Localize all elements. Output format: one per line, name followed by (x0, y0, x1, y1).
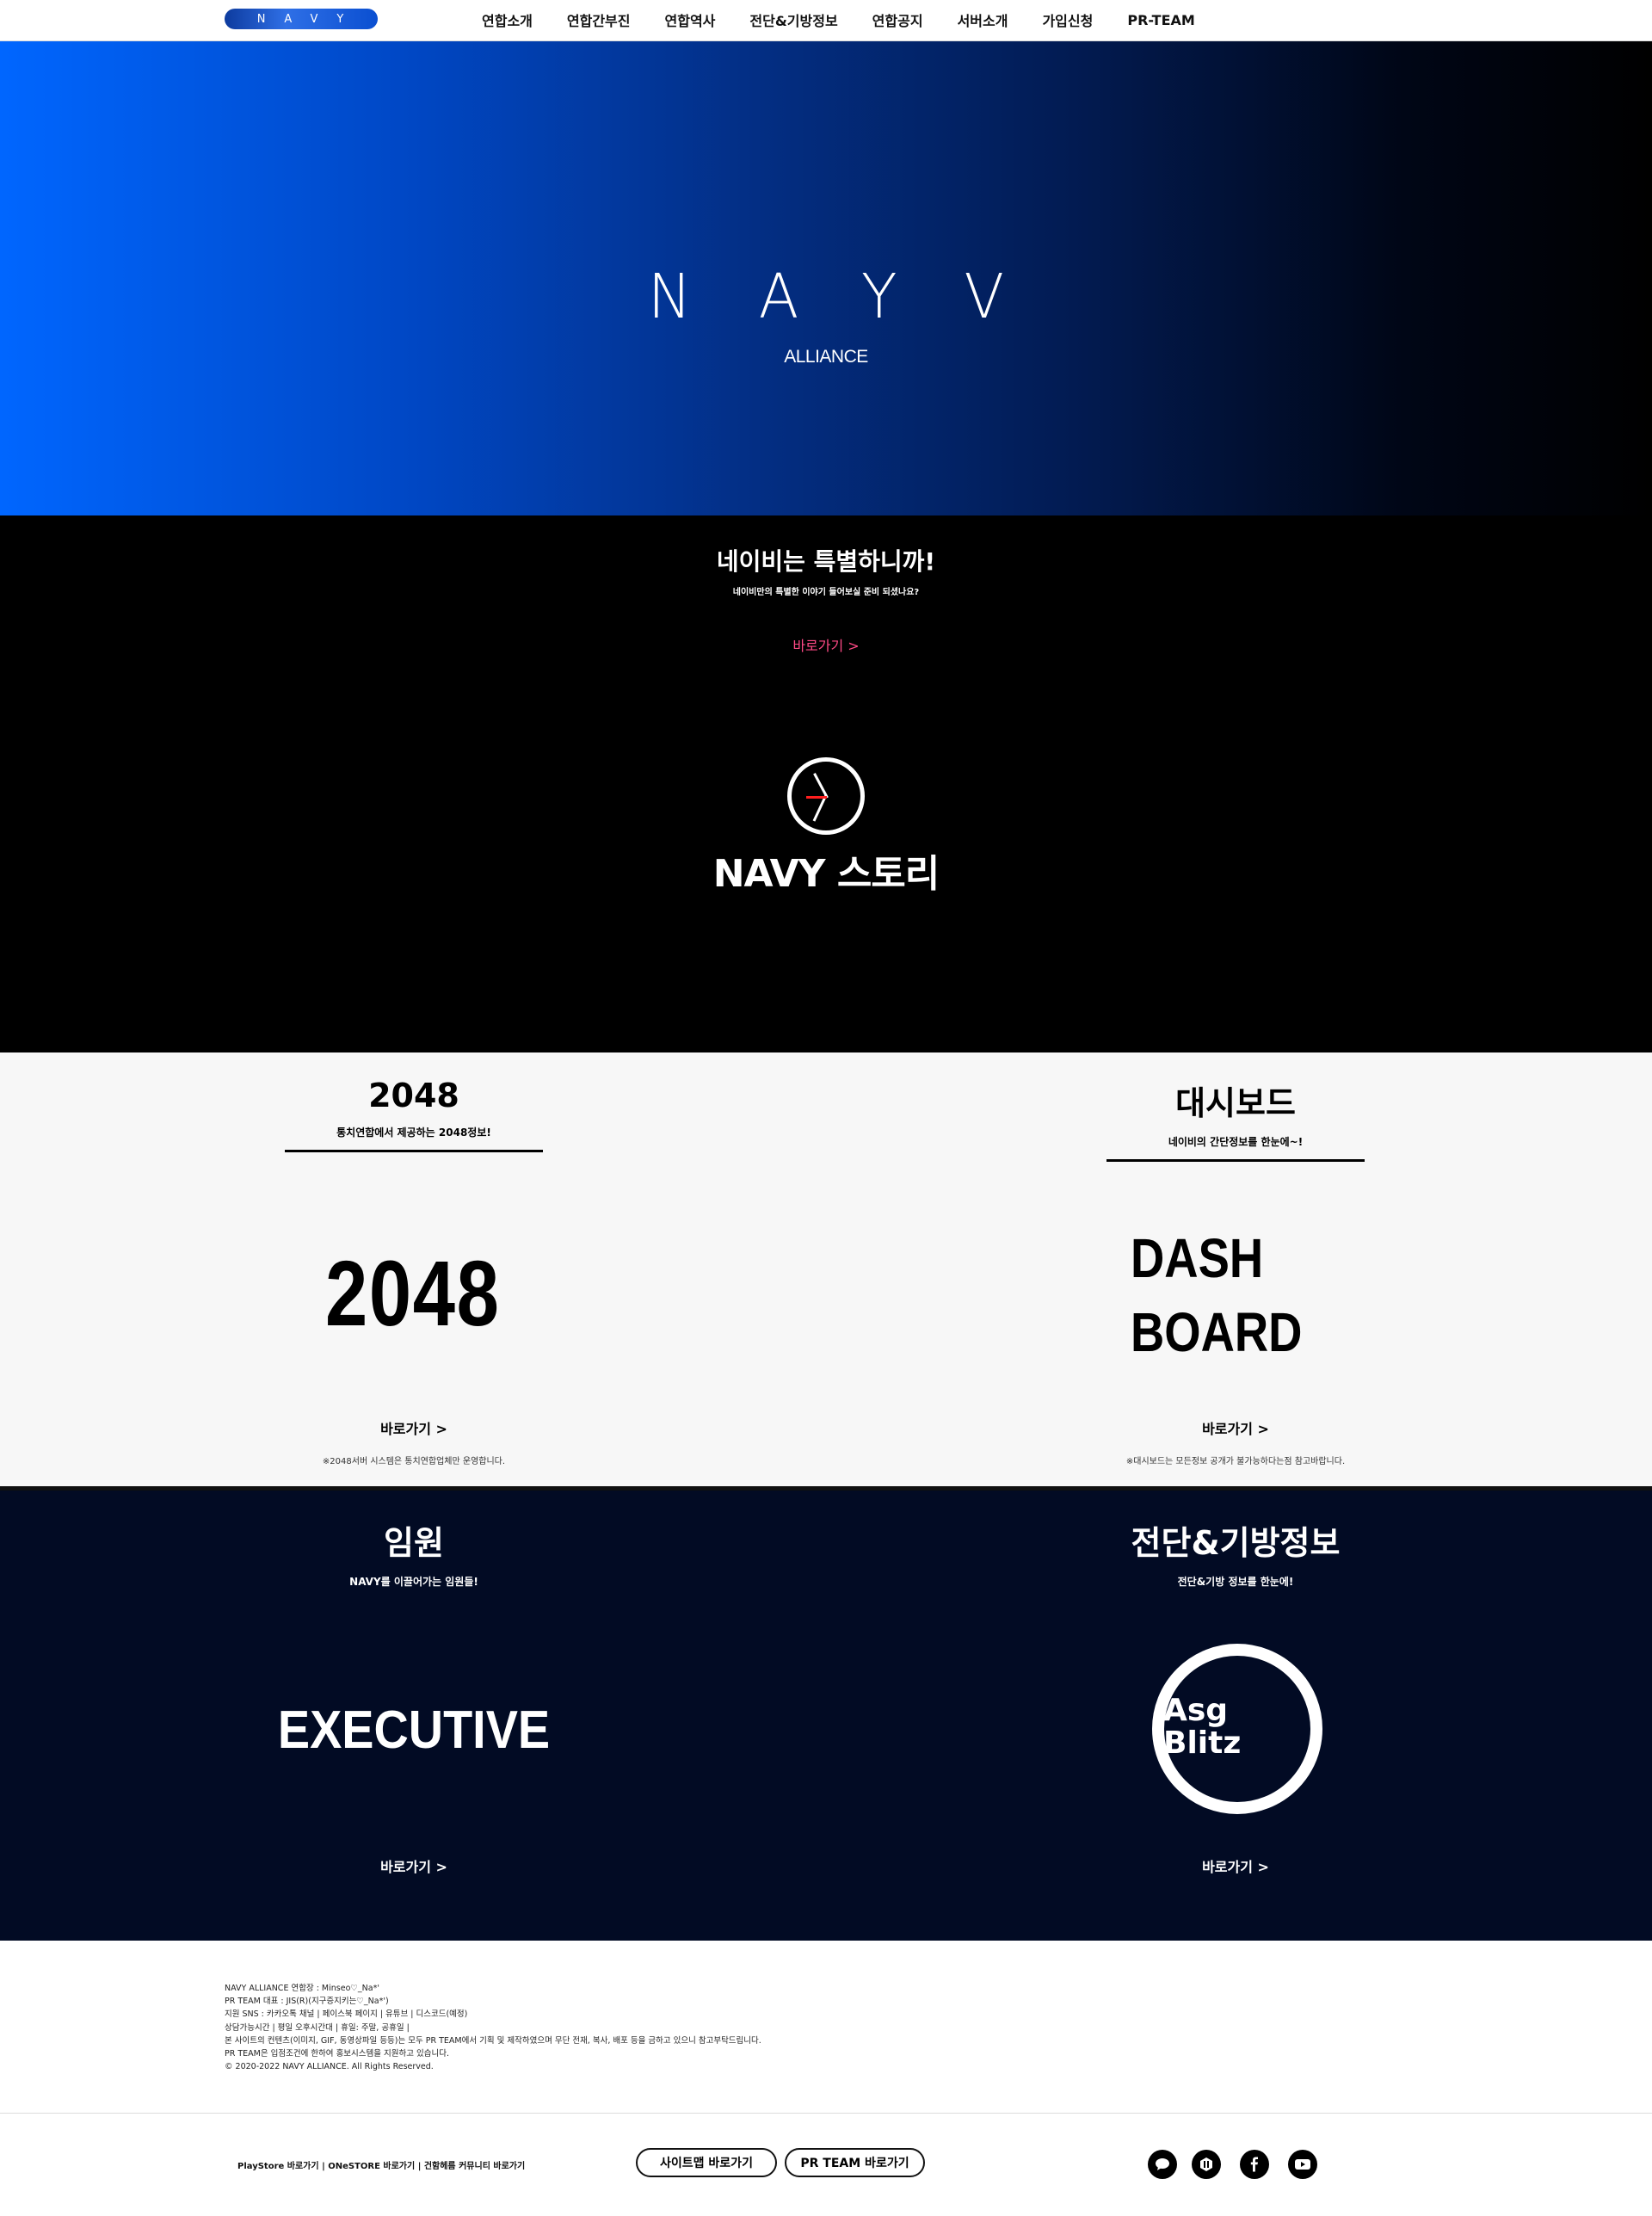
section-dashboard-header: 대시보드 네이비의 간단정보를 한눈에~! (1098, 1077, 1373, 1162)
section-battle-desc: 전단&기방 정보를 한눈에! (1177, 1576, 1294, 1588)
footer-link-community[interactable]: 건함헤름 커뮤니티 바로가기 (424, 2162, 525, 2171)
logo-text: NAVY (256, 12, 363, 26)
footer-line-copyright: © 2020-2022 NAVY ALLIANCE. All Rights Re… (225, 2062, 434, 2072)
footer-link-onestore[interactable]: ONeSTORE 바로가기 (328, 2162, 415, 2171)
section-2048-go-link[interactable]: 바로가기 > (276, 1417, 552, 1438)
section-dashboard-graphic: DASH BOARD (1131, 1221, 1302, 1369)
sitemap-button[interactable]: 사이트맵 바로가기 (636, 2148, 777, 2177)
footer-line-sns: 지원 SNS : 카카오톡 채널 | 페이스북 페이지 | 유튜브 | 디스코드… (225, 2009, 468, 2020)
nav-item-server[interactable]: 서버소개 (958, 9, 1008, 30)
clock-hand-minute (812, 795, 827, 822)
footer-link-playstore[interactable]: PlayStore 바로가기 (237, 2162, 319, 2171)
clock-icon (787, 757, 865, 835)
footer-line-pr-team: PR TEAM 대표 : JIS(R)(지구증지키는♡_Na*') (225, 1997, 389, 2007)
section-dashboard-divider (1106, 1159, 1365, 1162)
section-2048-desc: 통치연합에서 제공하는 2048정보! (336, 1127, 491, 1139)
hero-title: NAYV (647, 262, 1072, 333)
story-section: 네이비는 특별하니까! 네이비만의 특별한 이야기 들어보실 준비 되셨나요? … (0, 515, 1652, 1052)
ring-text-line2: Blitz (1163, 1725, 1242, 1761)
section-2048-footer: 바로가기 > ※2048서버 시스템은 통치연합업체만 운영합니다. (276, 1417, 552, 1466)
hero-subtitle: ALLIANCE (784, 347, 868, 367)
dashboard-graphic-line1: DASH (1131, 1227, 1264, 1289)
logo-pill[interactable]: NAVY (225, 9, 378, 29)
info-section-light: 2048 통치연합에서 제공하는 2048정보! 2048 바로가기 > ※20… (0, 1052, 1652, 1491)
section-2048-graphic: 2048 (325, 1241, 501, 1345)
footer-line-support: PR TEAM은 입점조건에 한하여 홍보시스템을 지원하고 있습니다. (225, 2049, 449, 2059)
footer-link-separator: | (417, 2162, 424, 2171)
footer-line-hours: 상담가능시간 | 평일 오후시간대 | 휴일: 주말, 공휴일 | (225, 2022, 410, 2033)
clock-hand-hour (813, 773, 829, 799)
footer-info-lines: NAVY ALLIANCE 연합장 : Minseo♡_Na*' PR TEAM… (225, 1982, 761, 2073)
section-executive-graphic: EXECUTIVE (277, 1701, 551, 1760)
footer-links: PlayStore 바로가기 | ONeSTORE 바로가기 | 건함헤름 커뮤… (237, 2158, 525, 2171)
hero-banner: NAYV ALLIANCE (0, 41, 1652, 515)
section-executive-desc: NAVY를 이끌어가는 임원들! (349, 1576, 478, 1588)
footer-line-leader: NAVY ALLIANCE 연합장 : Minseo♡_Na*' (225, 1984, 379, 1993)
section-dashboard-title: 대시보드 (1175, 1084, 1296, 1122)
section-battle-footer: 바로가기 > (1098, 1855, 1373, 1876)
community-icon[interactable] (1192, 2150, 1221, 2179)
talk-icon[interactable] (1148, 2150, 1177, 2179)
story-go-link[interactable]: 바로가기 > (0, 634, 1652, 655)
nav-item-intro[interactable]: 연합소개 (482, 9, 533, 30)
story-description: 네이비만의 특별한 이야기 들어보실 준비 되셨나요? (732, 588, 920, 597)
info-section-dark: 임원 NAVY를 이끌어가는 임원들! EXECUTIVE 바로가기 > 전단&… (0, 1491, 1652, 1941)
section-dashboard-desc: 네이비의 간단정보를 한눈에~! (1168, 1136, 1304, 1148)
site-header: NAVY 연합소개 연합간부진 연합역사 전단&기방정보 연합공지 서버소개 가… (0, 0, 1652, 41)
nav-item-executives[interactable]: 연합간부진 (567, 9, 631, 30)
section-executive-footer: 바로가기 > (276, 1855, 552, 1876)
section-2048-divider (285, 1150, 543, 1152)
story-brand-title: NAVY 스토리 (712, 852, 940, 896)
section-executive-title: 임원 (384, 1524, 444, 1562)
nav-item-battle-info[interactable]: 전단&기방정보 (749, 9, 837, 30)
asg-blitz-ring-text: Asg Blitz (1163, 1694, 1241, 1760)
section-battle-header: 전단&기방정보 전단&기방 정보를 한눈에! (1098, 1516, 1373, 1589)
ring-text-line1: Asg (1163, 1693, 1229, 1728)
footer-line-copyright-notice: 본 사이트의 컨텐츠(이미지, GIF, 동영상파일 등등)는 모두 PR TE… (225, 2035, 761, 2046)
section-battle-title: 전단&기방정보 (1131, 1524, 1341, 1562)
section-2048-note: ※2048서버 시스템은 통치연합업체만 운영합니다. (322, 1457, 506, 1466)
story-title: 네이비는 특별하니까! (716, 547, 936, 576)
section-battle-go-link[interactable]: 바로가기 > (1098, 1855, 1373, 1876)
nav-item-join[interactable]: 가입신청 (1042, 9, 1093, 30)
section-dashboard-go-link[interactable]: 바로가기 > (1098, 1417, 1373, 1438)
nav-item-notice[interactable]: 연합공지 (872, 9, 923, 30)
dashboard-graphic-line2: BOARD (1131, 1301, 1303, 1363)
clock-hand-second (806, 796, 827, 799)
nav-item-history[interactable]: 연합역사 (665, 9, 716, 30)
facebook-icon[interactable] (1240, 2150, 1269, 2179)
main-nav: 연합소개 연합간부진 연합역사 전단&기방정보 연합공지 서버소개 가입신청 P… (482, 0, 1195, 40)
section-dashboard-note: ※대시보드는 모든정보 공개가 불가능하다는점 참고바랍니다. (1125, 1457, 1346, 1466)
footer-bottom-bar: PlayStore 바로가기 | ONeSTORE 바로가기 | 건함헤름 커뮤… (0, 2113, 1652, 2216)
section-executive-header: 임원 NAVY를 이끌어가는 임원들! (276, 1516, 552, 1589)
youtube-icon[interactable] (1288, 2150, 1317, 2179)
nav-item-pr-team[interactable]: PR-TEAM (1127, 12, 1194, 28)
section-executive-go-link[interactable]: 바로가기 > (276, 1855, 552, 1876)
section-2048-title: 2048 (368, 1077, 459, 1114)
section-2048-header: 2048 통치연합에서 제공하는 2048정보! (276, 1077, 552, 1152)
pr-team-button[interactable]: PR TEAM 바로가기 (785, 2148, 925, 2177)
section-dashboard-footer: 바로가기 > ※대시보드는 모든정보 공개가 불가능하다는점 참고바랍니다. (1098, 1417, 1373, 1466)
footer-info: NAVY ALLIANCE 연합장 : Minseo♡_Na*' PR TEAM… (0, 1941, 1652, 2113)
